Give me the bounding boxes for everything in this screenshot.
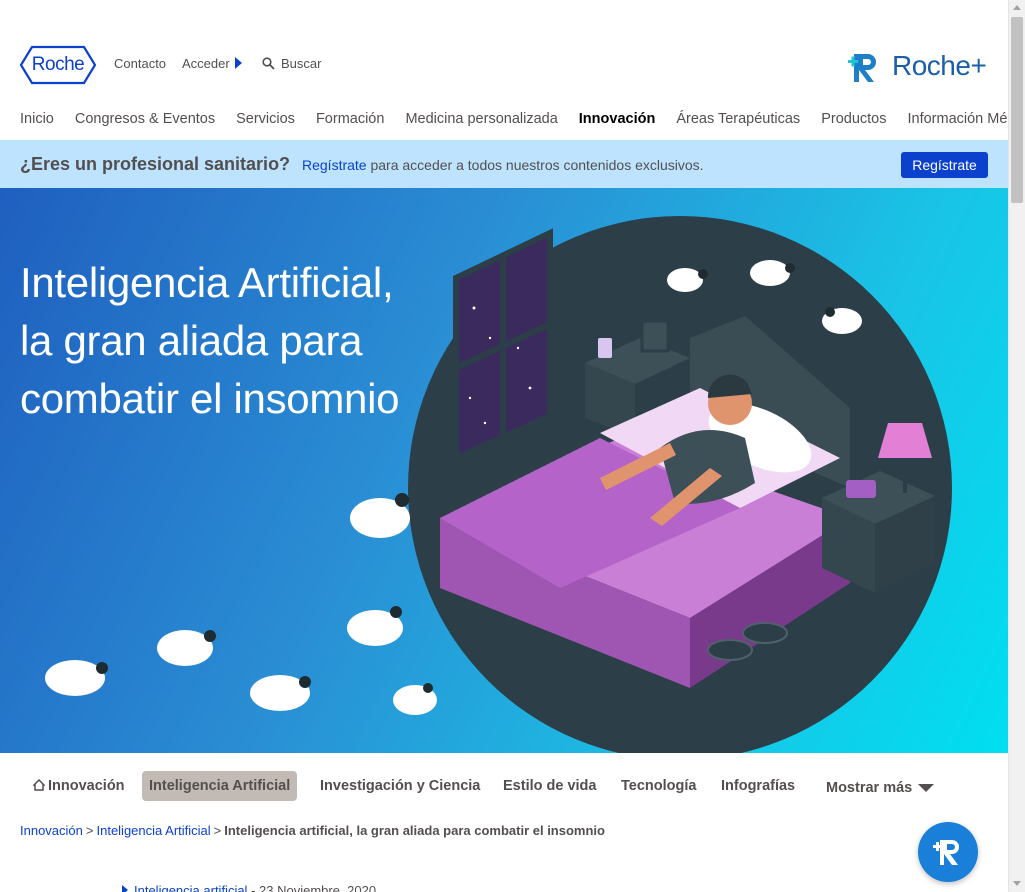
register-button[interactable]: Regístrate xyxy=(901,152,988,178)
roche-plus-floating-button[interactable] xyxy=(918,822,978,882)
roche-plus-r-icon xyxy=(933,840,959,865)
logo-text: Roche xyxy=(31,54,85,75)
article-meta: Inteligencia artificial - 23 Noviembre, … xyxy=(122,883,376,892)
scroll-thumb[interactable] xyxy=(1011,17,1023,203)
show-more-button[interactable]: Mostrar más xyxy=(826,773,935,803)
nav-item-formacion[interactable]: Formación xyxy=(316,111,385,127)
scroll-up-icon[interactable] xyxy=(1013,5,1021,10)
contacto-link[interactable]: Contacto xyxy=(114,56,166,71)
hero-title: Inteligencia Artificial, la gran aliada … xyxy=(20,254,399,428)
caret-right-icon xyxy=(122,885,128,892)
banner-message-text: para acceder a todos nuestros contenidos… xyxy=(366,157,704,173)
banner-message: Regístrate para acceder a todos nuestros… xyxy=(302,157,704,173)
chevron-down-icon xyxy=(918,784,935,792)
main-nav: Inicio Congresos & Eventos Servicios For… xyxy=(20,111,1025,127)
home-icon xyxy=(33,779,45,791)
breadcrumb-separator: > xyxy=(213,823,222,838)
subnav-item-infografias[interactable]: Infografías xyxy=(721,771,795,801)
nav-item-areas-terapeuticas[interactable]: Áreas Terapéuticas xyxy=(676,111,800,127)
banner-register-link[interactable]: Regístrate xyxy=(302,157,367,173)
subnav-item-estilo-de-vida[interactable]: Estilo de vida xyxy=(503,771,596,801)
scroll-down-icon[interactable] xyxy=(1013,881,1021,886)
breadcrumb-separator: > xyxy=(85,823,94,838)
subnav-item-tecnologia[interactable]: Tecnología xyxy=(621,771,696,801)
page-scrollbar[interactable] xyxy=(1008,0,1025,892)
subnav-home-label: Innovación xyxy=(48,778,125,794)
site-header: Roche Contacto Acceder Buscar Roche+ Ini… xyxy=(0,0,1025,140)
hero-title-line-1: Inteligencia Artificial, xyxy=(20,259,394,306)
breadcrumb: Innovación > Inteligencia Artificial > Intel… xyxy=(20,823,605,838)
breadcrumb-inteligencia-artificial[interactable]: Inteligencia Artificial xyxy=(96,823,210,838)
caret-right-icon xyxy=(234,57,242,69)
subnav-home[interactable]: Innovación xyxy=(33,771,125,801)
show-more-label: Mostrar más xyxy=(826,780,913,796)
professional-banner: ¿Eres un profesional sanitario? Regístra… xyxy=(0,140,1008,188)
subnav-item-inteligencia-artificial[interactable]: Inteligencia Artificial xyxy=(142,771,298,801)
acceder-label: Acceder xyxy=(182,56,230,71)
nav-item-inicio[interactable]: Inicio xyxy=(20,111,54,127)
hero-title-line-2: la gran aliada para xyxy=(20,317,363,364)
nav-item-congresos[interactable]: Congresos & Eventos xyxy=(75,111,215,127)
section-subnav: Innovación Inteligencia Artificial Inves… xyxy=(0,753,1008,819)
roche-plus-logo[interactable]: Roche+ xyxy=(846,48,991,84)
subnav-item-investigacion[interactable]: Investigación y Ciencia xyxy=(320,771,480,801)
search-icon xyxy=(262,57,275,70)
nav-item-productos[interactable]: Productos xyxy=(821,111,886,127)
acceder-link[interactable]: Acceder xyxy=(182,56,242,71)
roche-plus-r-icon xyxy=(848,54,876,82)
breadcrumb-innovacion[interactable]: Innovación xyxy=(20,823,83,838)
nav-item-servicios[interactable]: Servicios xyxy=(236,111,295,127)
article-date: - 23 Noviembre, 2020 xyxy=(247,883,377,892)
banner-question: ¿Eres un profesional sanitario? xyxy=(20,154,291,174)
article-category-link[interactable]: Inteligencia artificial xyxy=(134,883,247,892)
search-label: Buscar xyxy=(281,56,322,71)
nav-item-innovacion[interactable]: Innovación xyxy=(579,111,656,127)
nav-item-medicina-personalizada[interactable]: Medicina personalizada xyxy=(405,111,557,127)
roche-plus-text: Roche+ xyxy=(892,50,987,81)
hero-banner: Inteligencia Artificial, la gran aliada … xyxy=(0,188,1008,753)
roche-logo[interactable]: Roche xyxy=(20,45,96,85)
breadcrumb-current: Inteligencia artificial, la gran aliada … xyxy=(224,823,605,838)
hero-title-line-3: combatir el insomnio xyxy=(20,375,400,422)
search-button[interactable]: Buscar xyxy=(262,56,321,71)
